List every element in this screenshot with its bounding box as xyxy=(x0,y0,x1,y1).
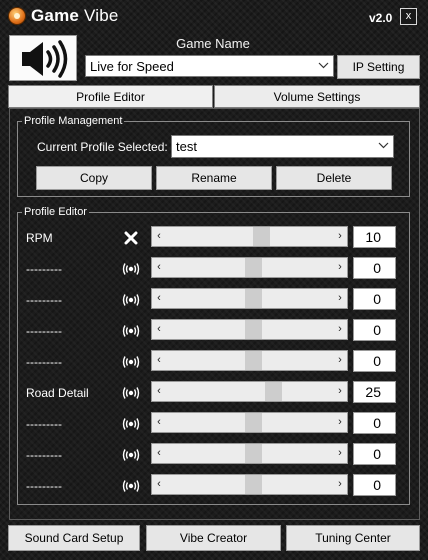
chevron-left-icon[interactable]: ‹ xyxy=(154,260,164,274)
vibe-creator-button[interactable]: Vibe Creator xyxy=(146,525,281,551)
game-name-select[interactable]: Live for Speed xyxy=(85,55,334,77)
tab-volume-settings[interactable]: Volume Settings xyxy=(214,85,420,108)
value-field[interactable]: 0 xyxy=(353,257,396,279)
intensity-slider[interactable]: ‹ › xyxy=(151,381,348,402)
row-label: Road Detail xyxy=(26,386,89,400)
slider-thumb[interactable] xyxy=(253,227,270,246)
profile-select[interactable]: test xyxy=(171,135,394,158)
vibration-icon[interactable] xyxy=(120,258,142,280)
row-label: --------- xyxy=(26,448,62,462)
slider-thumb[interactable] xyxy=(245,475,262,494)
value-field[interactable]: 0 xyxy=(353,288,396,310)
profile-value: test xyxy=(176,139,197,154)
chevron-right-icon[interactable]: › xyxy=(335,260,345,274)
vibration-icon[interactable] xyxy=(120,475,142,497)
slider-thumb[interactable] xyxy=(245,258,262,277)
chevron-right-icon[interactable]: › xyxy=(335,384,345,398)
chevron-down-icon xyxy=(378,142,389,149)
chevron-left-icon[interactable]: ‹ xyxy=(154,322,164,336)
chevron-left-icon[interactable]: ‹ xyxy=(154,446,164,460)
game-name-label: Game Name xyxy=(176,36,250,51)
sound-card-setup-button[interactable]: Sound Card Setup xyxy=(8,525,140,551)
vibration-icon[interactable] xyxy=(120,351,142,373)
slider-thumb[interactable] xyxy=(265,382,282,401)
slider-thumb[interactable] xyxy=(245,320,262,339)
row-label: --------- xyxy=(26,293,62,307)
app-logo-icon xyxy=(8,7,26,25)
tuning-center-button[interactable]: Tuning Center xyxy=(286,525,420,551)
chevron-right-icon[interactable]: › xyxy=(335,229,345,243)
current-profile-label: Current Profile Selected: xyxy=(37,140,168,154)
chevron-right-icon[interactable]: › xyxy=(335,291,345,305)
value-field[interactable]: 0 xyxy=(353,350,396,372)
row-label: --------- xyxy=(26,324,62,338)
chevron-down-icon xyxy=(318,62,329,69)
delete-button[interactable]: Delete xyxy=(276,166,392,190)
vibration-icon[interactable] xyxy=(120,289,142,311)
version-label: v2.0 xyxy=(369,11,393,25)
slider-thumb[interactable] xyxy=(245,289,262,308)
chevron-left-icon[interactable]: ‹ xyxy=(154,229,164,243)
row-label: --------- xyxy=(26,479,62,493)
slider-thumb[interactable] xyxy=(245,351,262,370)
intensity-slider[interactable]: ‹ › xyxy=(151,412,348,433)
slider-thumb[interactable] xyxy=(245,413,262,432)
chevron-right-icon[interactable]: › xyxy=(335,446,345,460)
intensity-slider[interactable]: ‹ › xyxy=(151,226,348,247)
tab-profile-editor[interactable]: Profile Editor xyxy=(8,85,213,108)
game-name-value: Live for Speed xyxy=(90,59,174,74)
chevron-left-icon[interactable]: ‹ xyxy=(154,477,164,491)
intensity-slider[interactable]: ‹ › xyxy=(151,288,348,309)
slider-thumb[interactable] xyxy=(245,444,262,463)
rename-button[interactable]: Rename xyxy=(156,166,272,190)
chevron-right-icon[interactable]: › xyxy=(335,415,345,429)
close-icon[interactable] xyxy=(120,227,142,249)
value-field[interactable]: 0 xyxy=(353,443,396,465)
value-field[interactable]: 25 xyxy=(353,381,396,403)
speaker-button[interactable] xyxy=(9,35,77,81)
app-title-game: Game xyxy=(31,6,80,25)
vibration-icon[interactable] xyxy=(120,320,142,342)
value-field[interactable]: 10 xyxy=(353,226,396,248)
row-label: --------- xyxy=(26,355,62,369)
intensity-slider[interactable]: ‹ › xyxy=(151,350,348,371)
intensity-slider[interactable]: ‹ › xyxy=(151,474,348,495)
chevron-left-icon[interactable]: ‹ xyxy=(154,384,164,398)
value-field[interactable]: 0 xyxy=(353,412,396,434)
profile-editor-title: Profile Editor xyxy=(22,206,89,218)
intensity-slider[interactable]: ‹ › xyxy=(151,257,348,278)
intensity-slider[interactable]: ‹ › xyxy=(151,319,348,340)
chevron-right-icon[interactable]: › xyxy=(335,477,345,491)
profile-management-title: Profile Management xyxy=(22,115,125,127)
chevron-left-icon[interactable]: ‹ xyxy=(154,415,164,429)
chevron-left-icon[interactable]: ‹ xyxy=(154,291,164,305)
vibration-icon[interactable] xyxy=(120,413,142,435)
speaker-icon xyxy=(22,40,68,78)
close-button[interactable]: x xyxy=(400,8,417,25)
vibration-icon[interactable] xyxy=(120,382,142,404)
app-title-vibe: Vibe xyxy=(84,6,119,25)
ip-setting-button[interactable]: IP Setting xyxy=(337,55,420,79)
chevron-left-icon[interactable]: ‹ xyxy=(154,353,164,367)
row-label: RPM xyxy=(26,231,53,245)
row-label: --------- xyxy=(26,262,62,276)
row-label: --------- xyxy=(26,417,62,431)
value-field[interactable]: 0 xyxy=(353,474,396,496)
chevron-right-icon[interactable]: › xyxy=(335,322,345,336)
copy-button[interactable]: Copy xyxy=(36,166,152,190)
intensity-slider[interactable]: ‹ › xyxy=(151,443,348,464)
vibration-icon[interactable] xyxy=(120,444,142,466)
value-field[interactable]: 0 xyxy=(353,319,396,341)
chevron-right-icon[interactable]: › xyxy=(335,353,345,367)
app-title: Game Vibe xyxy=(31,6,119,26)
